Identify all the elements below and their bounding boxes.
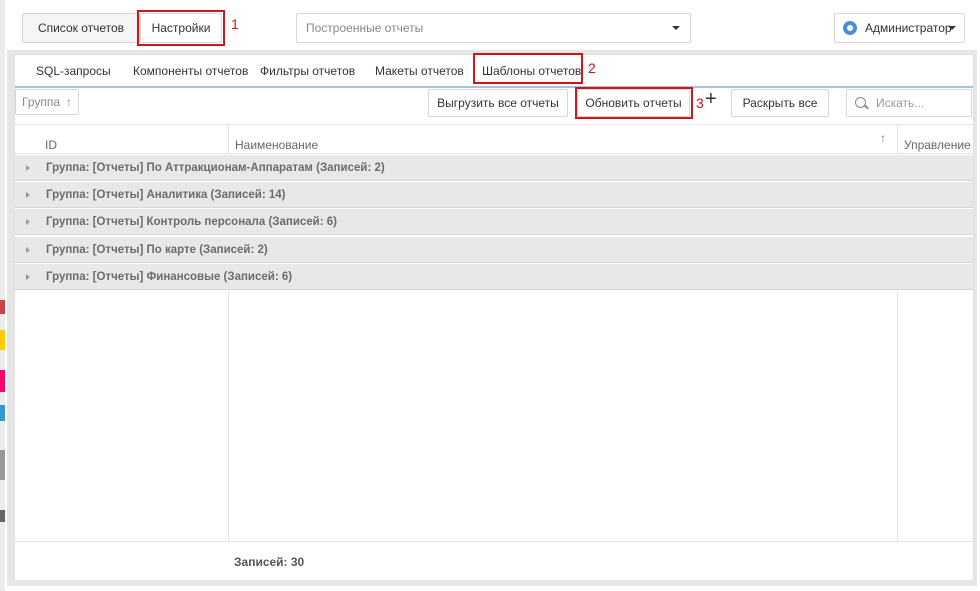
group-row[interactable]: Группа: [Отчеты] Финансовые (Записей: 6) [15, 264, 973, 290]
annotation-3: 3 [696, 95, 704, 111]
column-header-name[interactable]: Наименование [235, 138, 318, 152]
caret-right-icon [26, 273, 30, 280]
add-icon[interactable]: + [705, 88, 717, 111]
highlight-box-settings [137, 10, 225, 46]
table-footer [15, 541, 973, 580]
column-divider [897, 291, 898, 541]
group-row[interactable]: Группа: [Отчеты] По Аттракционам-Аппарат… [15, 155, 973, 181]
sort-arrow-icon: ↑ [66, 95, 73, 109]
column-divider [897, 125, 898, 154]
built-reports-select[interactable]: Построенные отчеты [296, 13, 691, 43]
group-title: Группа: [Отчеты] Контроль персонала (Зап… [46, 215, 338, 228]
tabs-underline [15, 86, 973, 88]
expand-all-button[interactable]: Раскрыть все [731, 89, 829, 117]
records-count: Записей: 30 [234, 555, 305, 569]
user-icon [843, 21, 857, 35]
tab-label: Фильтры отчетов [260, 64, 356, 78]
annotation-1: 1 [231, 16, 239, 32]
annotation-2: 2 [588, 60, 596, 76]
group-row[interactable]: Группа: [Отчеты] Аналитика (Записей: 14) [15, 182, 973, 208]
user-menu-button[interactable]: Администратор [834, 13, 965, 43]
tab-report-layouts[interactable]: Макеты отчетов [375, 60, 464, 82]
tab-report-components[interactable]: Компоненты отчетов [133, 60, 248, 82]
group-title: Группа: [Отчеты] По Аттракционам-Аппарат… [46, 161, 385, 174]
report-list-button[interactable]: Список отчетов [22, 13, 140, 43]
tab-label: Макеты отчетов [375, 64, 464, 78]
column-header-actions[interactable]: Управление [904, 138, 971, 152]
column-divider [228, 125, 229, 154]
highlight-box-refresh [575, 87, 693, 119]
export-all-label: Выгрузить все отчеты [437, 96, 559, 110]
expand-all-label: Раскрыть все [742, 96, 818, 110]
tab-label: SQL-запросы [36, 64, 111, 78]
tab-report-filters[interactable]: Фильтры отчетов [260, 60, 355, 82]
caret-right-icon [26, 246, 30, 253]
group-title: Группа: [Отчеты] Финансовые (Записей: 6) [46, 270, 293, 283]
export-all-button[interactable]: Выгрузить все отчеты [428, 89, 568, 117]
chevron-down-icon [948, 26, 956, 30]
tab-sql-queries[interactable]: SQL-запросы [36, 60, 111, 82]
group-row[interactable]: Группа: [Отчеты] Контроль персонала (Зап… [15, 209, 973, 235]
group-label: Группа [22, 95, 61, 109]
desktop-edge [0, 0, 5, 591]
caret-right-icon [26, 218, 30, 225]
chevron-down-icon [672, 26, 680, 30]
built-reports-placeholder: Построенные отчеты [306, 21, 424, 35]
table-header [15, 124, 973, 154]
group-title: Группа: [Отчеты] По карте (Записей: 2) [46, 243, 268, 256]
caret-right-icon [26, 191, 30, 198]
group-title: Группа: [Отчеты] Аналитика (Записей: 14) [46, 188, 286, 201]
search-input[interactable]: Искать... [846, 89, 972, 117]
user-name: Администратор [865, 21, 952, 35]
highlight-box-templates-tab [473, 53, 583, 84]
column-header-id[interactable]: ID [45, 138, 57, 152]
search-icon [855, 96, 869, 109]
column-divider [228, 291, 229, 541]
search-placeholder: Искать... [876, 96, 925, 110]
sort-arrow-icon: ↑ [880, 131, 886, 145]
group-row[interactable]: Группа: [Отчеты] По карте (Записей: 2) [15, 237, 973, 263]
tab-label: Компоненты отчетов [133, 64, 249, 78]
group-sort-button[interactable]: Группа ↑ [15, 89, 79, 115]
report-list-label: Список отчетов [37, 21, 125, 35]
caret-right-icon [26, 164, 30, 171]
